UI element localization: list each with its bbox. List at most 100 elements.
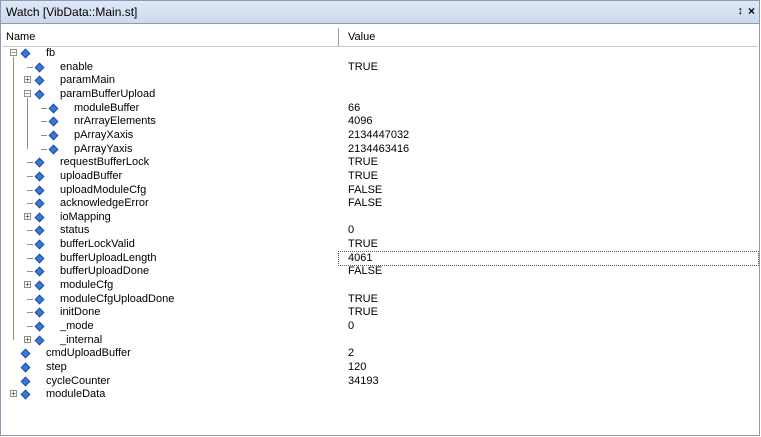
watch-row[interactable]: bufferLockValid TRUE (1, 238, 759, 252)
variable-value: TRUE (348, 238, 378, 251)
watch-row[interactable]: enable TRUE (1, 61, 759, 75)
tree-line (27, 244, 33, 246)
variable-name: moduleCfgUploadDone (60, 292, 175, 305)
variable-icon (34, 335, 45, 346)
variable-value: 0 (348, 320, 355, 332)
tree-line (27, 66, 33, 68)
watch-row[interactable]: + moduleCfg (1, 279, 759, 293)
variable-icon (34, 212, 45, 223)
watch-row[interactable]: acknowledgeError FALSE (1, 197, 759, 211)
variable-icon (34, 253, 45, 264)
variable-name: moduleBuffer (74, 101, 140, 114)
watch-row[interactable]: nrArrayElements 4096 (1, 115, 759, 129)
variable-value: FALSE (348, 265, 383, 278)
collapse-icon[interactable]: − (10, 49, 17, 57)
variable-value: 66 (348, 101, 361, 114)
variable-icon (34, 280, 45, 291)
variable-name: paramBufferUpload (60, 87, 156, 100)
tree-line (27, 175, 33, 177)
variable-name: ioMapping (60, 210, 111, 223)
expand-icon[interactable]: + (24, 335, 31, 343)
watch-row[interactable]: + moduleData (1, 388, 759, 402)
variable-name: bufferUploadDone (60, 265, 150, 278)
watch-row[interactable]: + paramMain (1, 74, 759, 88)
watch-row[interactable]: _mode 0 (1, 320, 759, 334)
tree-line (27, 271, 33, 273)
watch-row[interactable]: step 120 (1, 361, 759, 375)
variable-icon (34, 321, 45, 332)
tree-line (27, 162, 33, 164)
variable-icon (48, 144, 59, 154)
variable-icon (34, 239, 45, 250)
collapse-icon[interactable]: − (24, 89, 31, 97)
variable-value: 4096 (348, 115, 373, 128)
watch-row[interactable]: initDone TRUE (1, 306, 759, 320)
variable-value: 2134463416 (348, 142, 410, 155)
pin-icon[interactable]: ↕ (738, 5, 744, 17)
watch-row[interactable]: − paramBufferUpload (1, 88, 759, 102)
variable-value: 2134447032 (348, 128, 410, 141)
variable-icon (34, 185, 45, 195)
variable-icon (34, 266, 45, 277)
column-header: Name Value (2, 28, 758, 47)
variable-icon (48, 130, 59, 141)
watch-row[interactable]: requestBufferLock TRUE (1, 156, 759, 170)
variable-icon (20, 48, 31, 59)
tree-guide-line (13, 56, 14, 340)
variable-name: requestBufferLock (60, 156, 150, 169)
tree-line (27, 189, 33, 191)
variable-value: 34193 (348, 374, 379, 387)
watch-row[interactable]: cmdUploadBuffer 2 (1, 347, 759, 361)
tree-line (27, 257, 33, 259)
expand-icon[interactable]: + (24, 281, 31, 289)
variable-value: FALSE (348, 197, 383, 210)
variable-icon (34, 62, 45, 73)
watch-row[interactable]: uploadModuleCfg FALSE (1, 184, 759, 198)
variable-icon (48, 116, 59, 127)
variable-name: enable (60, 60, 94, 73)
variable-icon (20, 389, 31, 400)
variable-name: cmdUploadBuffer (46, 347, 131, 360)
variable-name: pArrayXaxis (74, 128, 134, 141)
expand-icon[interactable]: + (24, 76, 31, 84)
variable-name: status (60, 224, 90, 237)
variable-name: bufferLockValid (60, 238, 135, 251)
watch-window: Watch [VibData::Main.st] ↕ × Name Value … (0, 0, 760, 436)
variable-name: pArrayYaxis (74, 142, 133, 155)
variable-icon (34, 307, 45, 318)
close-icon[interactable]: × (748, 4, 755, 18)
watch-row[interactable]: cycleCounter 34193 (1, 375, 759, 389)
watch-row[interactable]: pArrayXaxis 2134447032 (1, 129, 759, 143)
watch-row[interactable]: moduleCfgUploadDone TRUE (1, 293, 759, 307)
variable-value[interactable]: 4061 (348, 252, 372, 265)
tree-line (41, 148, 47, 150)
watch-row[interactable]: moduleBuffer 66 (1, 102, 759, 116)
watch-row[interactable]: bufferUploadDone FALSE (1, 265, 759, 279)
expand-icon[interactable]: + (10, 390, 17, 398)
tree-line (27, 312, 33, 314)
window-titlebar[interactable]: Watch [VibData::Main.st] ↕ × (1, 1, 759, 24)
tree-line (27, 326, 33, 327)
watch-row[interactable]: + ioMapping (1, 211, 759, 225)
watch-row[interactable]: + _internal (1, 334, 759, 348)
column-header-name[interactable]: Name (6, 28, 336, 46)
tree-line (41, 107, 47, 109)
column-header-value[interactable]: Value (348, 28, 748, 46)
column-separator[interactable] (338, 28, 339, 46)
variable-name: fb (46, 47, 56, 59)
watch-row[interactable]: status 0 (1, 224, 759, 238)
value-edit-box[interactable] (338, 250, 759, 266)
watch-row[interactable]: − fb (1, 47, 759, 61)
tree-line (27, 203, 33, 205)
variable-icon (34, 294, 45, 305)
variable-value: 0 (348, 224, 355, 237)
watch-row[interactable]: pArrayYaxis 2134463416 (1, 143, 759, 157)
variable-value: 120 (348, 360, 367, 373)
variable-value: TRUE (348, 156, 378, 169)
expand-icon[interactable]: + (24, 212, 31, 220)
watch-row[interactable]: uploadBuffer TRUE (1, 170, 759, 184)
watch-row[interactable]: bufferUploadLength 4061 (1, 250, 759, 266)
variable-value: FALSE (348, 183, 383, 196)
variable-value: TRUE (348, 60, 378, 73)
variable-icon (34, 198, 45, 209)
